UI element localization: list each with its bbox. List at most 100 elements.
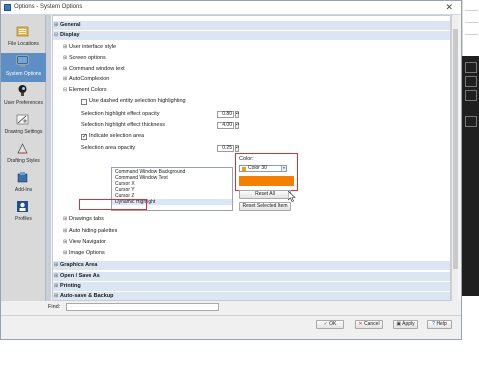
ok-label: OK	[329, 321, 337, 327]
expand-icon[interactable]: ⊞	[63, 250, 67, 256]
area-opacity-label: Selection area opacity	[81, 145, 136, 151]
apply-button[interactable]: ▣ Apply	[393, 320, 418, 329]
help-button[interactable]: ? Help	[427, 320, 452, 329]
expand-icon[interactable]: ⊞	[63, 66, 67, 72]
expand-icon[interactable]: ⊞	[54, 283, 58, 289]
tree-item-label: Auto hiding palettes	[69, 228, 118, 234]
opacity-spinner[interactable]: ▴▾	[235, 111, 239, 118]
sidebar-item-label: Drafting Styles	[7, 158, 40, 164]
sidebar-item-add-ins[interactable]: Add-Ins	[1, 169, 46, 198]
scrollbar-thumb[interactable]	[453, 29, 458, 269]
opacity-input[interactable]: 0.80	[217, 111, 234, 118]
find-label: Find:	[48, 304, 61, 310]
section-autosave[interactable]: ⊞ Auto-save & Backup	[53, 292, 450, 300]
section-title: Printing	[60, 283, 81, 289]
check-icon: ✓	[323, 321, 328, 327]
tree-item-label: Image Options	[69, 250, 105, 256]
cancel-button[interactable]: ✕ Cancel	[355, 320, 383, 329]
background-app-toolbar	[462, 0, 479, 56]
section-graphics-area[interactable]: ⊞ Graphics Area	[53, 261, 450, 270]
apply-icon: ▣	[396, 321, 402, 327]
indicate-area-label: Indicate selection area	[89, 133, 145, 139]
sidebar-divider	[46, 15, 51, 316]
tree-item-label: Command window text	[69, 66, 125, 72]
section-title: Auto-save & Backup	[60, 293, 114, 299]
expand-icon[interactable]: ⊞	[54, 293, 58, 299]
add-ins-icon	[17, 172, 28, 183]
expand-icon[interactable]: ⊞	[54, 273, 58, 279]
thickness-input[interactable]: 4.00	[217, 122, 234, 129]
close-icon[interactable]: ✕	[445, 2, 453, 13]
collapse-icon[interactable]: ⊟	[54, 32, 58, 38]
color-preview	[239, 176, 294, 186]
sidebar-item-label: Drawing Settings	[4, 129, 43, 135]
app-icon	[4, 4, 11, 11]
thickness-label: Selection highlight effect thickness	[81, 122, 165, 128]
dashed-highlighting-checkbox[interactable]	[81, 99, 87, 105]
sidebar-item-label: User Preferences	[4, 100, 43, 106]
window-title: Options - System Options	[14, 4, 83, 10]
user-preferences-icon	[18, 85, 27, 96]
help-icon: ?	[432, 321, 436, 327]
expand-icon[interactable]: ⊞	[63, 228, 67, 234]
section-display[interactable]: ⊟ Display	[53, 31, 450, 40]
sidebar-item-user-preferences[interactable]: User Preferences	[1, 82, 46, 111]
cancel-label: Cancel	[364, 321, 380, 327]
section-title: Open / Save As	[60, 273, 100, 279]
sidebar-item-profiles[interactable]: Profiles	[1, 198, 46, 227]
section-title: Display	[60, 32, 80, 38]
tree-item-label: Element Colors	[69, 87, 107, 93]
color-swatch-icon	[242, 167, 246, 171]
expand-icon[interactable]: ⊞	[54, 22, 58, 28]
profiles-icon	[17, 201, 28, 212]
dashed-highlighting-label: Use dashed entity selection highlighting	[89, 98, 186, 104]
collapse-icon[interactable]: ⊟	[63, 87, 67, 93]
tree-item-label: View Navigator	[69, 239, 106, 245]
sidebar-item-label: System Options	[5, 71, 42, 77]
chevron-down-icon[interactable]: ▼	[281, 166, 286, 171]
section-printing[interactable]: ⊞ Printing	[53, 282, 450, 291]
expand-icon[interactable]: ⊞	[54, 262, 58, 268]
area-opacity-input[interactable]: 0.25	[217, 145, 234, 152]
close-icon: ✕	[358, 321, 363, 327]
sidebar-item-drawing-settings[interactable]: Drawing Settings	[1, 111, 46, 140]
system-options-icon	[16, 55, 29, 67]
tree-item-label: User interface style	[69, 44, 117, 50]
expand-icon[interactable]: ⊞	[63, 44, 67, 50]
tree-item-label: AutoComplexion	[69, 76, 110, 82]
section-general[interactable]: ⊞ General	[53, 21, 450, 30]
drawing-settings-icon	[16, 114, 29, 125]
find-input[interactable]	[66, 303, 219, 311]
drafting-styles-icon	[17, 143, 28, 154]
expand-icon[interactable]: ⊞	[63, 76, 67, 82]
mouse-cursor-icon	[288, 191, 296, 202]
expand-icon[interactable]: ⊞	[63, 216, 67, 222]
ok-button[interactable]: ✓ OK	[316, 320, 344, 329]
color-label: Color:	[239, 156, 254, 162]
expand-icon[interactable]: ⊞	[63, 239, 67, 245]
thickness-spinner[interactable]: ▴▾	[235, 122, 239, 129]
reset-selected-button[interactable]: Reset Selected Item	[239, 202, 291, 211]
sidebar-item-file-locations[interactable]: File Locations	[1, 23, 46, 52]
apply-label: Apply	[402, 321, 415, 327]
sidebar-item-label: Add-Ins	[14, 187, 33, 193]
section-open-save[interactable]: ⊞ Open / Save As	[53, 272, 450, 281]
tree-scrollbar[interactable]	[451, 15, 458, 301]
section-title: Graphics Area	[60, 262, 98, 268]
reset-all-button[interactable]: Reset All	[239, 190, 291, 199]
area-opacity-spinner[interactable]: ▴▾	[235, 145, 239, 152]
expand-icon[interactable]: ⊞	[63, 55, 67, 61]
color-dropdown[interactable]: Color 30 ▼	[239, 165, 287, 172]
help-label: Help	[436, 321, 447, 327]
sidebar-item-label: File Locations	[8, 41, 39, 47]
footer-divider	[1, 315, 461, 316]
color-dropdown-value: Color 30	[248, 165, 267, 171]
title-bar: Options - System Options ✕	[1, 1, 461, 15]
sidebar-item-drafting-styles[interactable]: Drafting Styles	[1, 140, 46, 169]
options-tree: ⊞ General ⊟ Display ⊞ User interface sty…	[52, 15, 451, 301]
options-sidebar: File Locations System Options User Prefe…	[1, 15, 46, 316]
annotation-highlight-box	[79, 199, 147, 210]
tree-item-label: Drawings tabs	[69, 216, 104, 222]
indicate-area-checkbox[interactable]	[81, 133, 87, 140]
sidebar-item-system-options[interactable]: System Options	[1, 53, 46, 82]
